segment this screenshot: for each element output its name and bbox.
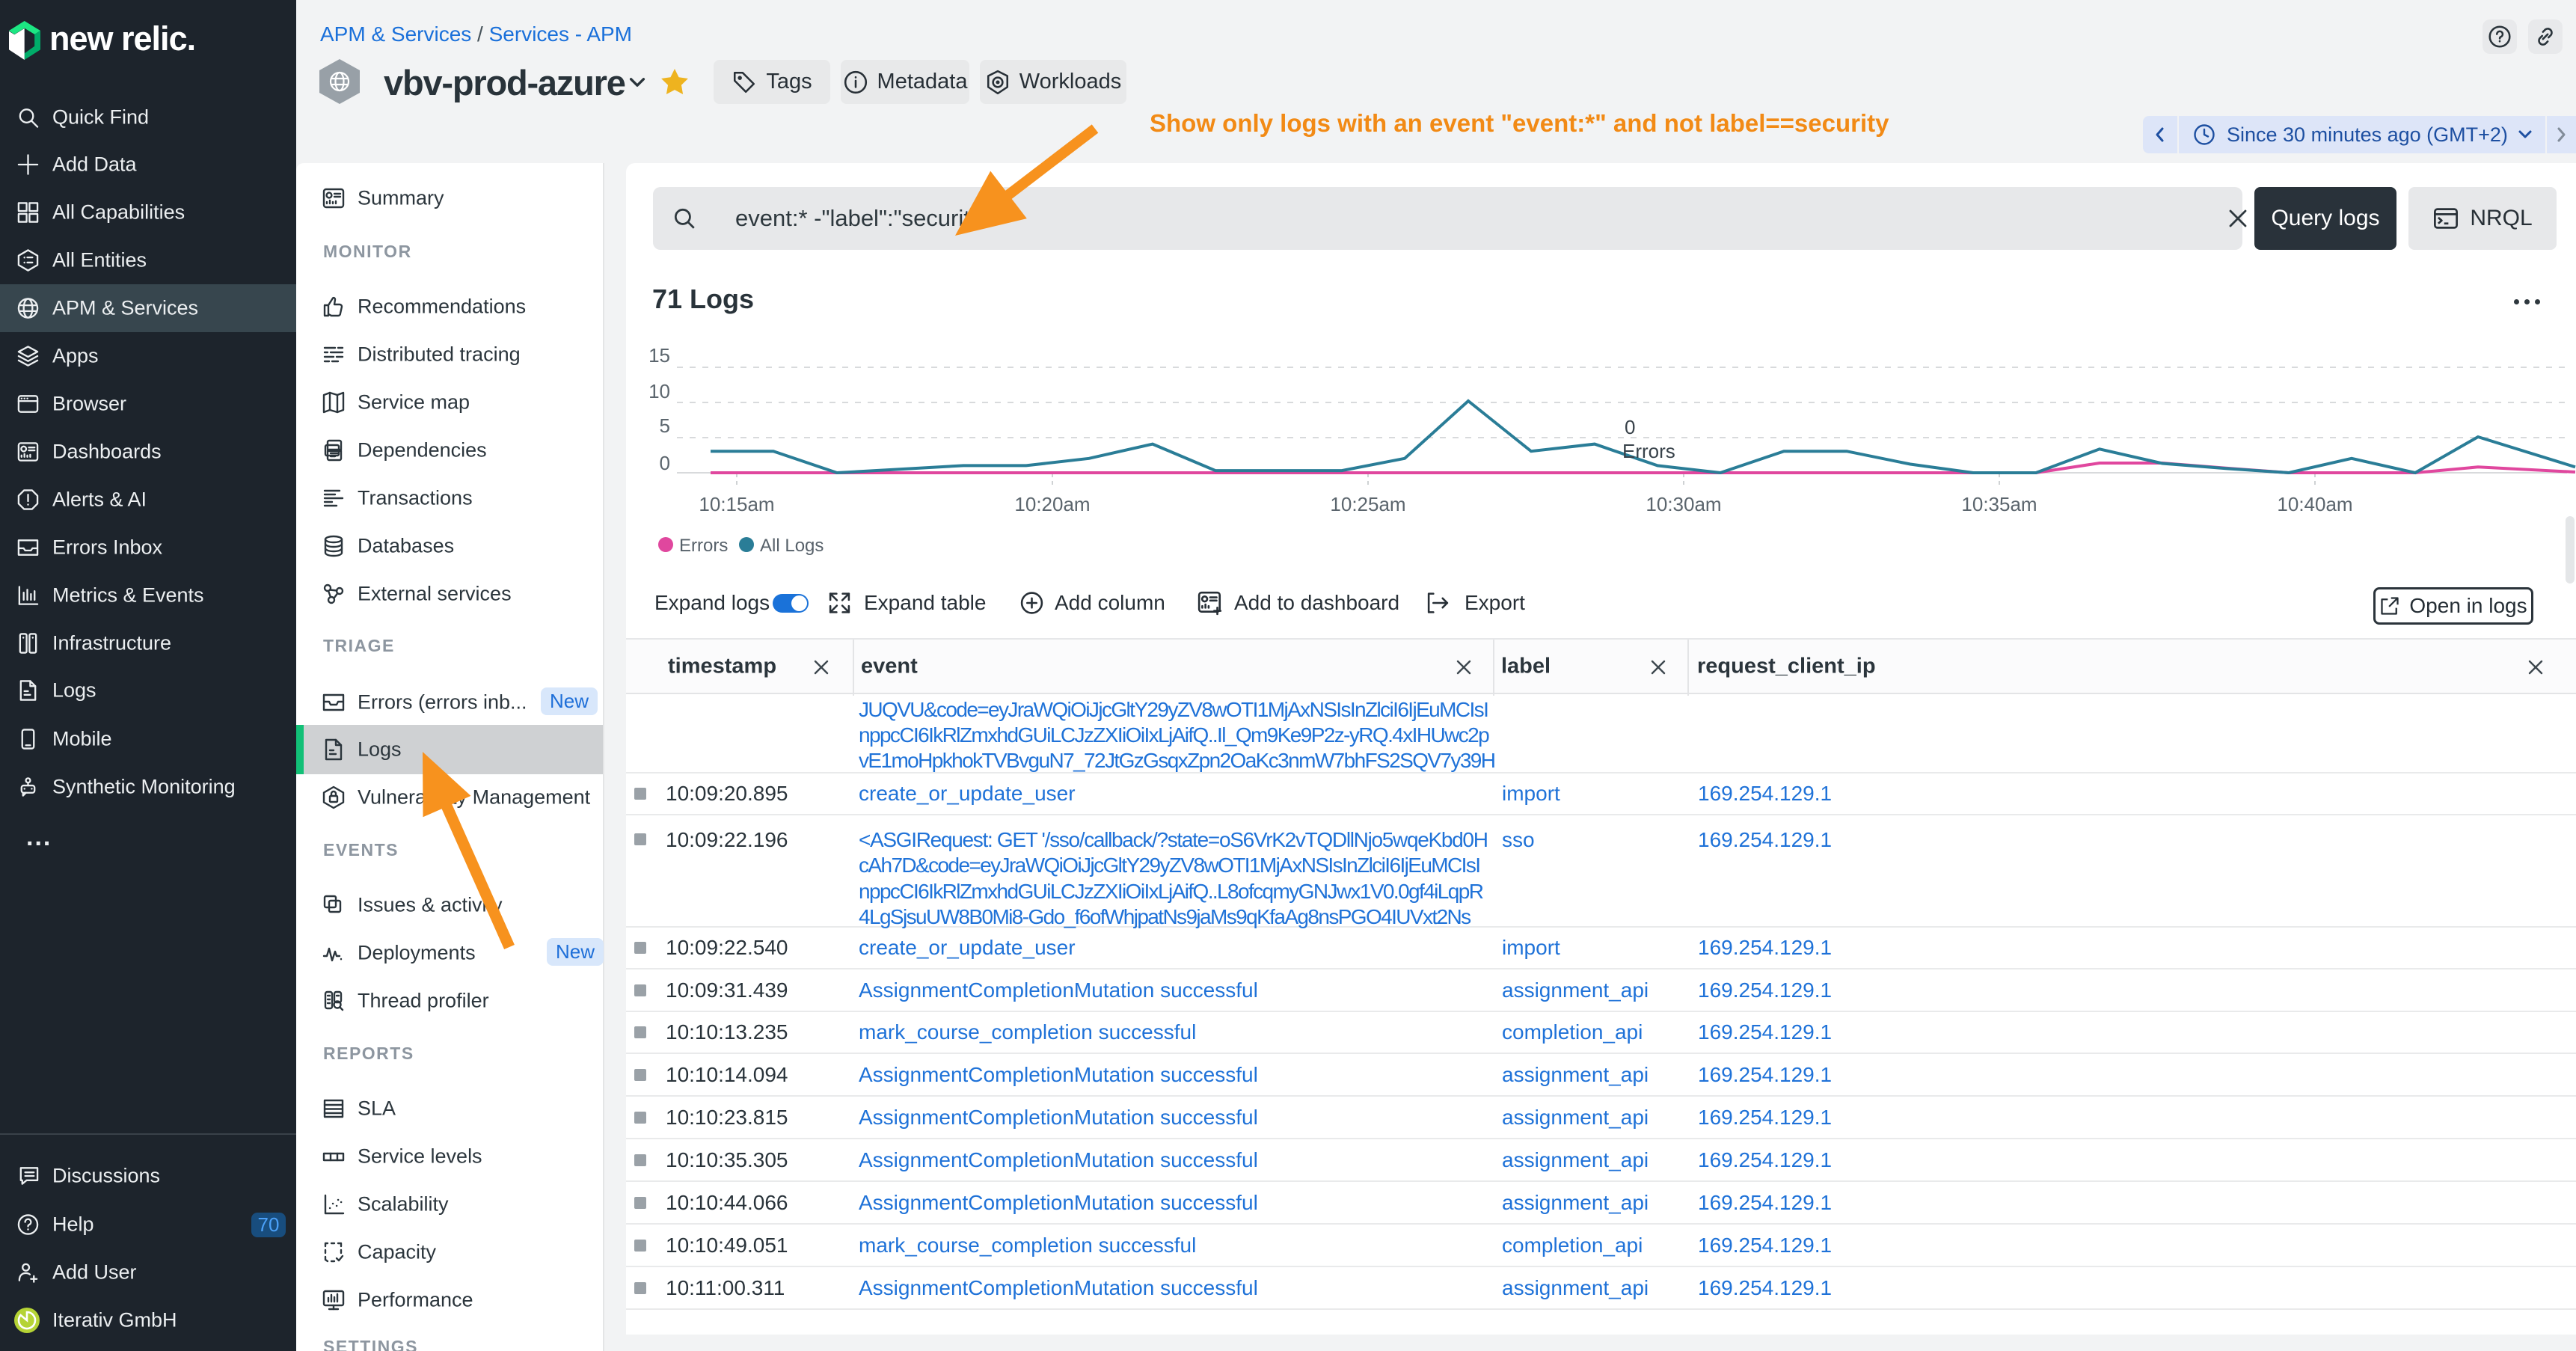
- svg-text:10:20am: 10:20am: [1014, 493, 1090, 515]
- svg-text:0: 0: [1625, 416, 1635, 438]
- svg-text:10:25am: 10:25am: [1330, 493, 1405, 515]
- svg-text:10:30am: 10:30am: [1646, 493, 1721, 515]
- svg-text:10:15am: 10:15am: [699, 493, 774, 515]
- svg-text:10: 10: [648, 380, 670, 402]
- svg-text:0: 0: [660, 452, 670, 474]
- svg-text:10:40am: 10:40am: [2277, 493, 2352, 515]
- svg-text:10:35am: 10:35am: [1961, 493, 2037, 515]
- svg-text:5: 5: [660, 414, 670, 437]
- svg-text:15: 15: [648, 344, 670, 367]
- svg-text:Errors: Errors: [1622, 440, 1675, 462]
